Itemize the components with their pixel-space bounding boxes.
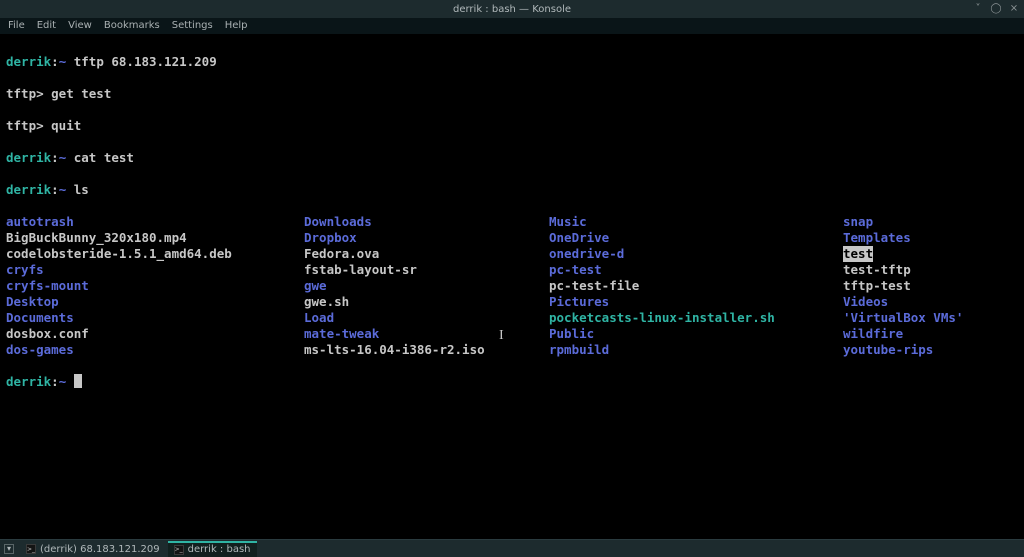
ls-column-4: snapTemplatestesttest-tftptftp-testVideo…: [843, 214, 963, 358]
ls-entry: fstab-layout-sr: [304, 262, 549, 278]
taskbar-item-label: (derrik) 68.183.121.209: [40, 544, 160, 555]
text-cursor-icon: I: [499, 328, 504, 344]
window-titlebar: derrik : bash — Konsole ˅ ◯ ⨯: [0, 0, 1024, 18]
ls-entry: Music: [549, 214, 843, 230]
terminal-output[interactable]: derrik:~ tftp 68.183.121.209 tftp> get t…: [0, 34, 1024, 410]
taskbar-apps-icon[interactable]: ▾: [4, 544, 14, 554]
ls-column-2: DownloadsDropboxFedora.ovafstab-layout-s…: [304, 214, 549, 358]
ls-entry: snap: [843, 214, 963, 230]
command-text: ls: [74, 182, 89, 197]
prompt-sep: :: [51, 182, 59, 197]
prompt-host: derrik: [6, 182, 51, 197]
ls-entry: onedrive-d: [549, 246, 843, 262]
ls-entry: gwe: [304, 278, 549, 294]
ls-entry: codelobsteride-1.5.1_amd64.deb: [6, 246, 304, 262]
menu-bookmarks[interactable]: Bookmarks: [104, 20, 160, 31]
taskbar-item-bash[interactable]: >_ derrik : bash: [168, 541, 257, 557]
ls-entry: Templates: [843, 230, 963, 246]
ls-entry: Fedora.ova: [304, 246, 549, 262]
ls-entry: 'VirtualBox VMs': [843, 310, 963, 326]
prompt-sep: :: [51, 150, 59, 165]
ls-entry: Desktop: [6, 294, 304, 310]
ls-entry: pc-test-file: [549, 278, 843, 294]
ls-entry: dosbox.conf: [6, 326, 304, 342]
ls-entry: BigBuckBunny_320x180.mp4: [6, 230, 304, 246]
ls-entry: Dropbox: [304, 230, 549, 246]
ls-entry: Public: [549, 326, 843, 342]
menu-edit[interactable]: Edit: [37, 20, 56, 31]
menu-view[interactable]: View: [68, 20, 92, 31]
prompt-sep: :: [51, 374, 59, 389]
prompt-path: ~: [59, 150, 67, 165]
ls-entry: test: [843, 246, 963, 262]
ls-entry: cryfs-mount: [6, 278, 304, 294]
menu-file[interactable]: File: [8, 20, 25, 31]
prompt-sep: :: [51, 54, 59, 69]
terminal-icon: >_: [174, 545, 184, 555]
command-text: tftp 68.183.121.209: [74, 54, 217, 69]
menubar: File Edit View Bookmarks Settings Help: [0, 18, 1024, 34]
ls-entry: autotrash: [6, 214, 304, 230]
ls-listing: autotrashBigBuckBunny_320x180.mp4codelob…: [6, 214, 1018, 358]
ls-entry: youtube-rips: [843, 342, 963, 358]
prompt-path: ~: [59, 182, 67, 197]
ls-entry: ms-lts-16.04-i386-r2.iso: [304, 342, 549, 358]
ls-column-3: MusicOneDriveonedrive-dpc-testpc-test-fi…: [549, 214, 843, 358]
prompt-host: derrik: [6, 54, 51, 69]
terminal-icon: >_: [26, 544, 36, 554]
prompt-host: derrik: [6, 374, 51, 389]
tftp-line-2: tftp> quit: [6, 118, 1018, 134]
menu-help[interactable]: Help: [225, 20, 248, 31]
window-title: derrik : bash — Konsole: [453, 4, 571, 15]
ls-entry: rpmbuild: [549, 342, 843, 358]
ls-entry: Pictures: [549, 294, 843, 310]
close-icon[interactable]: ⨯: [1008, 2, 1020, 14]
window-controls: ˅ ◯ ⨯: [972, 2, 1020, 14]
prompt-path: ~: [59, 54, 67, 69]
ls-column-1: autotrashBigBuckBunny_320x180.mp4codelob…: [6, 214, 304, 358]
prompt-host: derrik: [6, 150, 51, 165]
ls-entry: OneDrive: [549, 230, 843, 246]
taskbar-item-label: derrik : bash: [188, 544, 251, 555]
ls-entry: tftp-test: [843, 278, 963, 294]
prompt-path: ~: [59, 374, 67, 389]
ls-entry: dos-games: [6, 342, 304, 358]
ls-entry: mate-tweak: [304, 326, 549, 342]
command-text: cat test: [74, 150, 134, 165]
ls-entry: pocketcasts-linux-installer.sh: [549, 310, 843, 326]
maximize-icon[interactable]: ◯: [990, 2, 1002, 14]
ls-entry: cryfs: [6, 262, 304, 278]
ls-entry: Documents: [6, 310, 304, 326]
ls-entry: Load: [304, 310, 549, 326]
menu-settings[interactable]: Settings: [172, 20, 213, 31]
ls-entry: wildfire: [843, 326, 963, 342]
ls-entry: Videos: [843, 294, 963, 310]
taskbar: ▾ >_ (derrik) 68.183.121.209 >_ derrik :…: [0, 539, 1024, 557]
taskbar-item-ssh[interactable]: >_ (derrik) 68.183.121.209: [20, 541, 166, 557]
tftp-line-1: tftp> get test: [6, 86, 1018, 102]
terminal-cursor: [74, 374, 82, 388]
ls-entry: Downloads: [304, 214, 549, 230]
ls-entry: gwe.sh: [304, 294, 549, 310]
ls-entry: test-tftp: [843, 262, 963, 278]
ls-entry: pc-test: [549, 262, 843, 278]
minimize-icon[interactable]: ˅: [972, 2, 984, 14]
